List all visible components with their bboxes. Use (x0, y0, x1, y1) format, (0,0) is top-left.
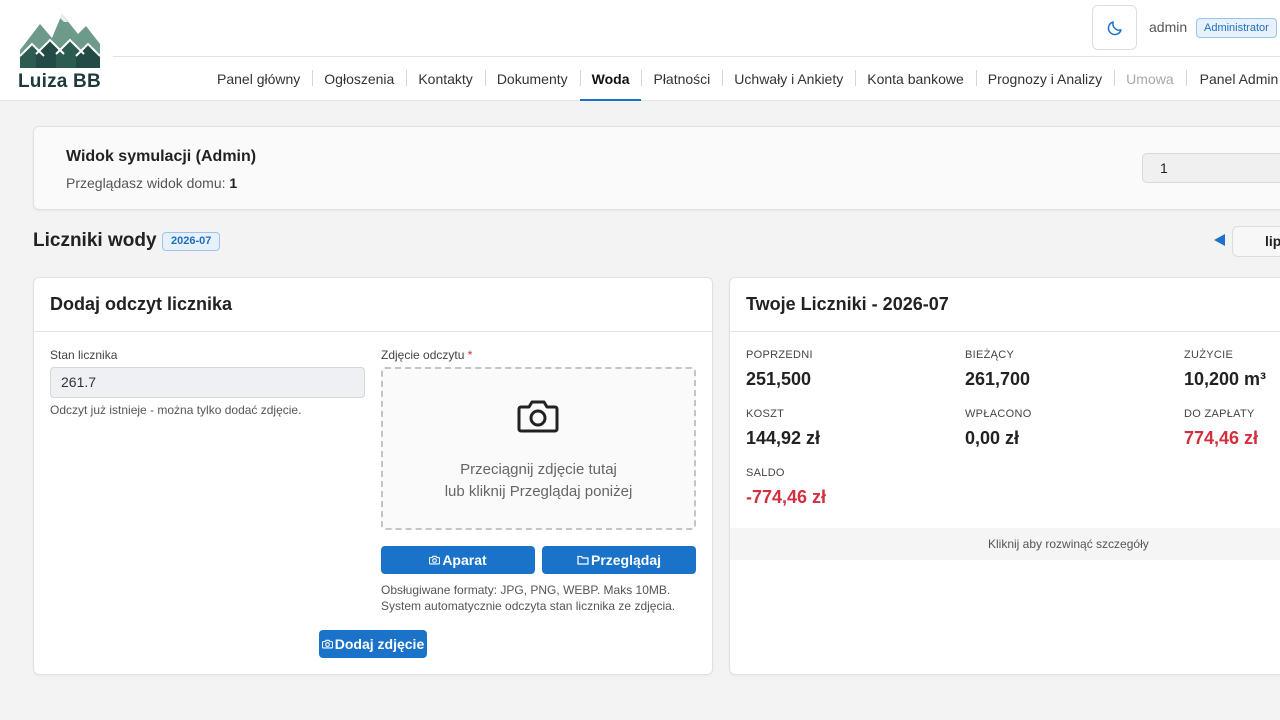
simulation-subtitle: Przeglądasz widok domu: 1 (66, 175, 237, 191)
simulation-title: Widok symulacji (Admin) (66, 148, 257, 165)
nav-item-umowa: Umowa (1114, 57, 1185, 101)
nav-item-kontakty[interactable]: Kontakty (406, 57, 484, 101)
stat-value-current: 261,700 (965, 369, 1031, 389)
main-nav: Panel główny Ogłoszenia Kontakty Dokumen… (205, 57, 1280, 101)
mountain-houses-logo-icon (19, 14, 100, 68)
theme-toggle-button[interactable] (1092, 5, 1137, 50)
add-reading-card: Dodaj odczyt licznika Stan licznika 261.… (33, 277, 713, 675)
dropzone-line1: Przeciągnij zdjęcie tutaj (460, 461, 617, 478)
required-mark: * (467, 348, 473, 362)
camera-small-icon (429, 555, 441, 565)
month-badge: 2026-07 (162, 232, 221, 251)
moon-icon (1107, 20, 1122, 35)
stat-label-balance: Saldo (746, 467, 785, 479)
formats-info-line1: Obsługiwane formaty: JPG, PNG, WEBP. Mak… (381, 583, 671, 597)
photo-label: Zdjęcie odczytu * (381, 348, 472, 362)
house-select[interactable]: 1 (1142, 153, 1280, 183)
folder-icon (577, 555, 589, 565)
stat-value-previous: 251,500 (746, 369, 812, 389)
expand-details-toggle[interactable]: Kliknij aby rozwinąć szczegóły (730, 528, 1280, 560)
stat-value-paid: 0,00 zł (965, 428, 1020, 448)
nav-item-ogloszenia[interactable]: Ogłoszenia (312, 57, 406, 101)
stat-value-balance: -774,46 zł (746, 487, 827, 507)
stat-label-current: Bieżący (965, 349, 1015, 361)
meter-label: Stan licznika (50, 348, 118, 362)
stat-value-usage: 10,200 m³ (1184, 369, 1267, 389)
meter-input[interactable]: 261.7 (50, 367, 365, 398)
stat-label-cost: Koszt (746, 408, 785, 420)
nav-item-konta-bankowe[interactable]: Konta bankowe (855, 57, 976, 101)
logo[interactable]: Luiza BB (16, 10, 102, 92)
nav-item-panel-glowny[interactable]: Panel główny (205, 57, 312, 101)
camera-button[interactable]: Aparat (381, 546, 535, 574)
nav-item-panel-admin[interactable]: Panel Admin (1185, 57, 1280, 101)
stat-value-to-pay: 774,46 zł (1184, 428, 1259, 448)
month-select-button[interactable]: lip (1232, 226, 1280, 257)
add-photo-button[interactable]: Dodaj zdjęcie (319, 630, 427, 658)
nav-item-prognozy[interactable]: Prognozy i Analizy (975, 57, 1114, 101)
nav-item-platnosci[interactable]: Płatności (641, 57, 722, 101)
nav-item-dokumenty[interactable]: Dokumenty (484, 57, 580, 101)
logo-text: Luiza BB (18, 71, 101, 92)
browse-button-label: Przeglądaj (590, 552, 662, 568)
nav-item-woda[interactable]: Woda (579, 57, 642, 101)
add-photo-button-label: Dodaj zdjęcie (334, 636, 425, 652)
meters-card: Twoje Liczniki - 2026-07 Poprzedni 251,5… (729, 277, 1280, 675)
camera-small-icon (321, 639, 333, 649)
page-title: Liczniki wody (33, 230, 157, 251)
stat-label-usage: Zużycie (1184, 349, 1234, 361)
stat-label-previous: Poprzedni (746, 349, 813, 361)
photo-dropzone[interactable]: Przeciągnij zdjęcie tutaj lub kliknij Pr… (381, 367, 696, 530)
role-badge: Administrator (1196, 18, 1277, 38)
photo-label-text: Zdjęcie odczytu (381, 348, 465, 362)
meters-title: Twoje Liczniki - 2026-07 (730, 278, 1280, 332)
formats-info-line2: System automatycznie odczyta stan liczni… (381, 599, 676, 613)
camera-button-label: Aparat (442, 552, 487, 568)
meter-hint: Odczyt już istnieje - można tylko dodać … (50, 403, 302, 417)
nav-item-uchwaly[interactable]: Uchwały i Ankiety (722, 57, 855, 101)
add-reading-title: Dodaj odczyt licznika (34, 278, 712, 332)
browse-button[interactable]: Przeglądaj (542, 546, 696, 574)
triangle-left-icon[interactable] (1214, 234, 1225, 246)
user-name[interactable]: admin (1149, 19, 1187, 35)
stat-label-paid: Wpłacono (965, 408, 1032, 420)
dropzone-line2: lub kliknij Przeglądaj poniżej (444, 483, 633, 500)
simulation-house-number: 1 (229, 175, 238, 191)
stat-label-to-pay: Do zapłaty (1184, 408, 1255, 420)
stat-value-cost: 144,92 zł (746, 428, 821, 448)
app-header: Luiza BB admin Administrator Panel główn… (0, 0, 1280, 101)
camera-icon (517, 400, 559, 433)
simulation-banner: Widok symulacji (Admin) Przeglądasz wido… (33, 126, 1280, 210)
simulation-subtitle-prefix: Przeglądasz widok domu: (66, 175, 226, 191)
